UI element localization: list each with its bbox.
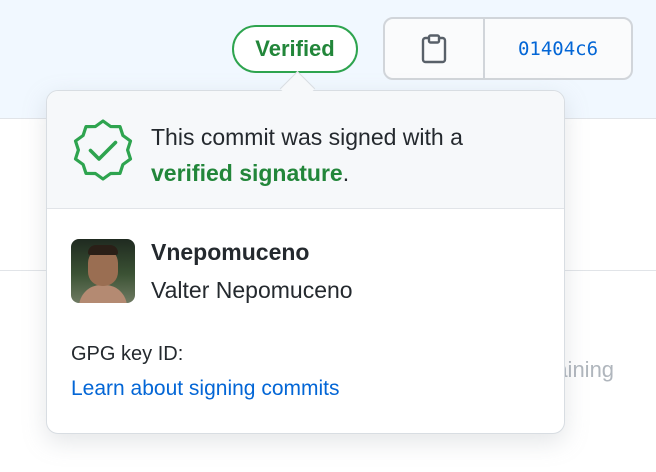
- popover-header: This commit was signed with a verified s…: [47, 91, 564, 209]
- signature-message-suffix: .: [342, 160, 350, 186]
- verified-badge[interactable]: Verified: [232, 25, 358, 73]
- verified-signature-text: verified signature: [151, 160, 343, 186]
- verified-seal-icon: [73, 119, 133, 181]
- signature-popover: This commit was signed with a verified s…: [46, 90, 565, 434]
- commit-button-group: 01404c6: [383, 17, 633, 80]
- signature-message: This commit was signed with a verified s…: [151, 119, 541, 191]
- copy-sha-button[interactable]: [385, 19, 485, 78]
- learn-signing-link[interactable]: Learn about signing commits: [71, 377, 339, 401]
- signature-message-prefix: This commit was signed with a: [151, 124, 463, 150]
- avatar[interactable]: [71, 239, 135, 303]
- signer-full-name: Valter Nepomuceno: [151, 277, 353, 303]
- gpg-key-label: GPG key ID:: [71, 343, 184, 365]
- clipboard-icon: [421, 33, 447, 63]
- signer-username[interactable]: Vnepomuceno: [151, 239, 309, 266]
- commit-sha-link[interactable]: 01404c6: [485, 19, 631, 78]
